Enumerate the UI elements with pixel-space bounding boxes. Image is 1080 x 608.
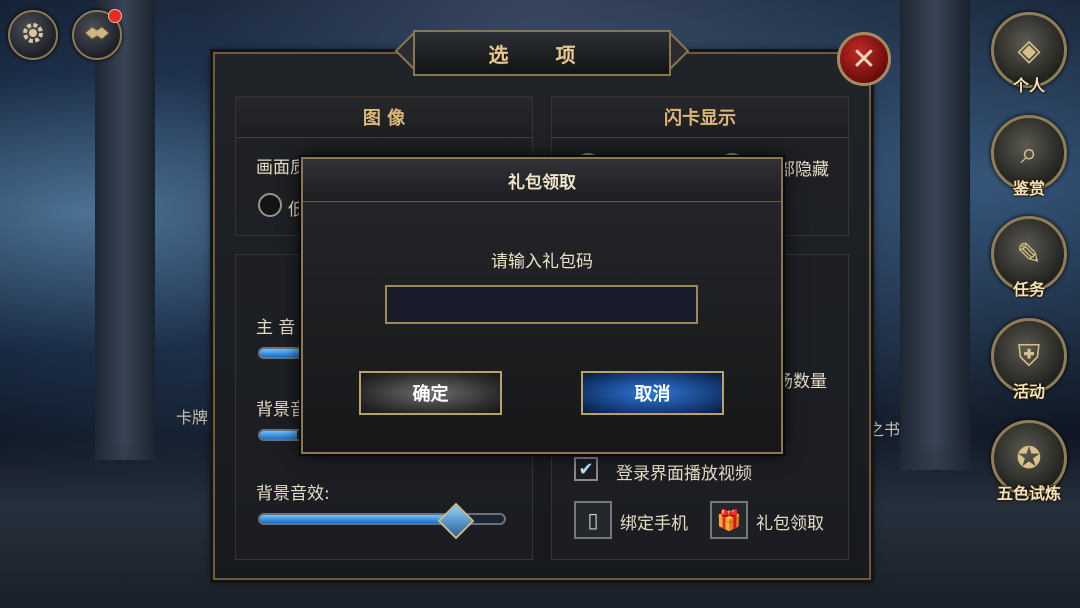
gear-icon xyxy=(19,19,47,51)
side-menu-label: 任务 xyxy=(1012,280,1045,299)
bind-phone-label[interactable]: 绑定手机 xyxy=(620,509,688,534)
gift-code-prompt: 请输入礼包码 xyxy=(491,252,593,272)
side-menu-events[interactable]: ⛨ 活动 xyxy=(991,318,1067,402)
bind-phone-button[interactable]: ▯ xyxy=(574,501,612,539)
play-video-label: 登录界面播放视频 xyxy=(616,464,752,484)
confirm-button[interactable]: 确定 xyxy=(359,371,502,415)
side-menu-profile[interactable]: ◈ 个人 xyxy=(991,12,1067,96)
close-icon: ✕ xyxy=(851,41,877,77)
side-menu-label: 五色试炼 xyxy=(996,484,1061,503)
handshake-icon xyxy=(83,21,111,49)
play-video-checkbox[interactable]: ✔ xyxy=(574,457,598,481)
gift-code-input[interactable] xyxy=(385,285,698,324)
gift-label[interactable]: 礼包领取 xyxy=(756,509,824,534)
stage-display-hide-all-label: 部隐藏 xyxy=(778,160,829,180)
side-menu-label: 活动 xyxy=(1012,382,1045,401)
count-label: 场数量 xyxy=(776,372,827,392)
sfx-slider-fill xyxy=(260,515,456,523)
notification-dot xyxy=(108,9,122,23)
scene-text-card: 卡牌 xyxy=(176,408,209,427)
phone-icon: ▯ xyxy=(587,508,599,532)
side-menu-label: 鉴赏 xyxy=(1012,179,1045,198)
options-panel-title: 选 项 xyxy=(413,30,671,76)
side-menu-quests[interactable]: ✎ 任务 xyxy=(991,216,1067,300)
settings-button[interactable] xyxy=(8,10,58,60)
side-menu-label: 个人 xyxy=(1012,76,1045,95)
close-button[interactable]: ✕ xyxy=(837,32,891,86)
background-pillar xyxy=(900,0,970,470)
side-menu-trials[interactable]: ✪ 五色试炼 xyxy=(991,420,1067,504)
quality-radio-low[interactable] xyxy=(258,193,282,217)
bgm-label: 背景音 xyxy=(256,400,307,420)
side-menu-gallery[interactable]: ⌕ 鉴赏 xyxy=(991,115,1067,199)
sfx-label: 背景音效: xyxy=(256,484,330,504)
gift-code-dialog-title: 礼包领取 xyxy=(303,159,781,202)
graphics-section-title: 图 像 xyxy=(236,97,532,138)
bgm-slider-fill xyxy=(260,431,297,439)
gift-code-dialog: 礼包领取 请输入礼包码 确定 取消 xyxy=(301,157,783,454)
cancel-button[interactable]: 取消 xyxy=(581,371,724,415)
main-volume-label: 主 音 xyxy=(256,318,296,338)
gift-button[interactable]: 🎁 xyxy=(710,501,748,539)
checkmark-icon: ✔ xyxy=(578,458,594,480)
main-volume-slider-fill xyxy=(260,349,304,357)
background-pillar xyxy=(95,0,155,460)
stage-display-section-title: 闪卡显示 xyxy=(552,97,848,138)
scene-text-book: 之书 xyxy=(868,420,901,439)
friends-button[interactable] xyxy=(72,9,122,60)
sfx-slider-knob[interactable] xyxy=(438,502,475,540)
gift-icon: 🎁 xyxy=(716,508,742,532)
